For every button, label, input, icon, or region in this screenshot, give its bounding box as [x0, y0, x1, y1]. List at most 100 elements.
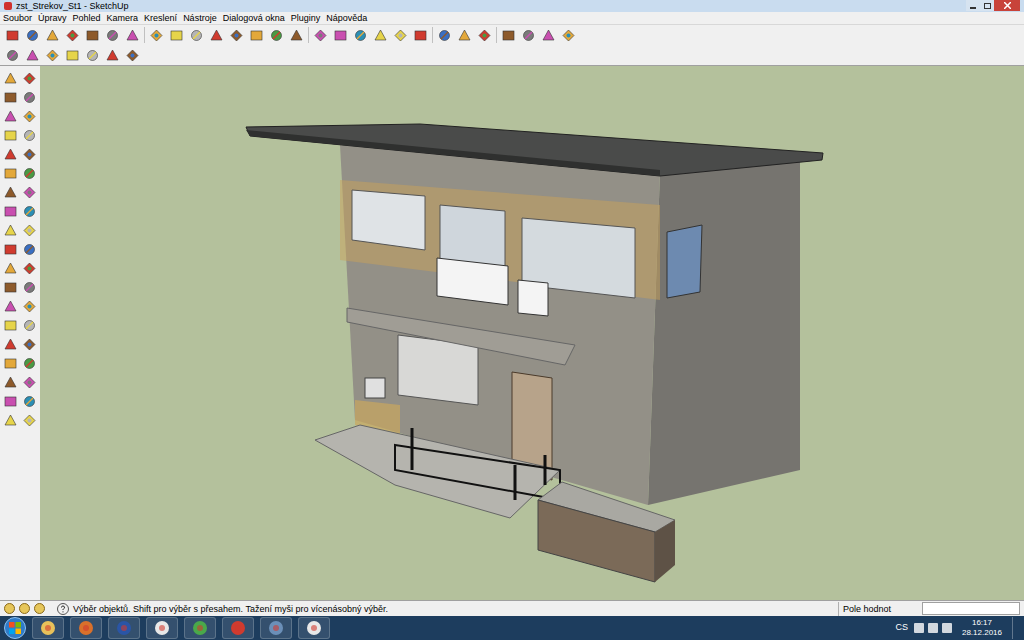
- tool-icon[interactable]: [312, 27, 329, 44]
- viewport[interactable]: [40, 66, 1024, 600]
- tool-icon[interactable]: [2, 374, 19, 391]
- clock[interactable]: 16:1728.12.2016: [958, 618, 1006, 638]
- tool-icon[interactable]: [208, 27, 225, 44]
- tool-icon[interactable]: [21, 260, 38, 277]
- show-desktop[interactable]: [1012, 617, 1020, 639]
- tool-icon[interactable]: [560, 27, 577, 44]
- sketchup-icon[interactable]: [298, 617, 330, 639]
- tool-icon[interactable]: [4, 47, 21, 64]
- tool-icon[interactable]: [372, 27, 389, 44]
- value-field[interactable]: [922, 602, 1020, 615]
- tool-icon[interactable]: [2, 241, 19, 258]
- minimize-icon[interactable]: [966, 0, 980, 11]
- tool-icon[interactable]: [412, 27, 429, 44]
- tool-icon[interactable]: [500, 27, 517, 44]
- tool-icon[interactable]: [44, 47, 61, 64]
- sketchup-icon[interactable]: [222, 617, 254, 639]
- tool-icon[interactable]: [476, 27, 493, 44]
- tool-icon[interactable]: [21, 298, 38, 315]
- tool-icon[interactable]: [21, 393, 38, 410]
- tool-icon[interactable]: [2, 203, 19, 220]
- tool-icon[interactable]: [2, 108, 19, 125]
- tool-icon[interactable]: [392, 27, 409, 44]
- tool-icon[interactable]: [2, 70, 19, 87]
- tool-icon[interactable]: [64, 47, 81, 64]
- tool-icon[interactable]: [124, 47, 141, 64]
- tool-icon[interactable]: [520, 27, 537, 44]
- tool-icon[interactable]: [21, 279, 38, 296]
- tool-icon[interactable]: [21, 374, 38, 391]
- tool-icon[interactable]: [21, 412, 38, 429]
- network-icon[interactable]: [928, 623, 938, 633]
- language-indicator[interactable]: CS: [895, 621, 908, 635]
- tool-icon[interactable]: [2, 260, 19, 277]
- tool-icon[interactable]: [104, 27, 121, 44]
- media-player-icon[interactable]: [70, 617, 102, 639]
- tool-icon[interactable]: [2, 317, 19, 334]
- help-icon[interactable]: [57, 603, 69, 615]
- menu-item[interactable]: Pluginy: [291, 12, 321, 24]
- menu-item[interactable]: Soubor: [3, 12, 32, 24]
- tool-icon[interactable]: [84, 47, 101, 64]
- close-icon[interactable]: [994, 0, 1020, 11]
- tool-icon[interactable]: [21, 355, 38, 372]
- tool-icon[interactable]: [24, 27, 41, 44]
- tool-icon[interactable]: [24, 47, 41, 64]
- tool-icon[interactable]: [21, 127, 38, 144]
- tool-icon[interactable]: [352, 27, 369, 44]
- building-model[interactable]: [40, 66, 1024, 600]
- tool-icon[interactable]: [44, 27, 61, 44]
- tool-icon[interactable]: [248, 27, 265, 44]
- tool-icon[interactable]: [21, 146, 38, 163]
- menu-item[interactable]: Dialogová okna: [223, 12, 285, 24]
- maximize-icon[interactable]: [980, 0, 994, 11]
- tool-icon[interactable]: [21, 222, 38, 239]
- tool-icon[interactable]: [456, 27, 473, 44]
- flag-icon[interactable]: [914, 623, 924, 633]
- tool-icon[interactable]: [21, 108, 38, 125]
- tool-icon[interactable]: [268, 27, 285, 44]
- tool-icon[interactable]: [21, 336, 38, 353]
- tool-icon[interactable]: [84, 27, 101, 44]
- tool-icon[interactable]: [4, 27, 21, 44]
- start-icon[interactable]: [4, 617, 26, 639]
- menu-item[interactable]: Kreslení: [144, 12, 177, 24]
- menu-item[interactable]: Kamera: [107, 12, 139, 24]
- tool-icon[interactable]: [21, 70, 38, 87]
- tool-icon[interactable]: [2, 184, 19, 201]
- tool-icon[interactable]: [540, 27, 557, 44]
- tool-icon[interactable]: [188, 27, 205, 44]
- tool-icon[interactable]: [21, 184, 38, 201]
- tool-icon[interactable]: [21, 203, 38, 220]
- tool-icon[interactable]: [228, 27, 245, 44]
- tool-icon[interactable]: [21, 89, 38, 106]
- tool-icon[interactable]: [332, 27, 349, 44]
- image-viewer-icon[interactable]: [260, 617, 292, 639]
- tool-icon[interactable]: [2, 222, 19, 239]
- tool-icon[interactable]: [2, 127, 19, 144]
- tool-icon[interactable]: [21, 165, 38, 182]
- tool-icon[interactable]: [124, 27, 141, 44]
- menu-item[interactable]: Nástroje: [183, 12, 217, 24]
- tool-icon[interactable]: [168, 27, 185, 44]
- menu-item[interactable]: Pohled: [73, 12, 101, 24]
- tool-icon[interactable]: [288, 27, 305, 44]
- save-icon[interactable]: [108, 617, 140, 639]
- sketchup-icon[interactable]: [146, 617, 178, 639]
- status-indicator-icon[interactable]: [4, 603, 15, 614]
- tool-icon[interactable]: [2, 298, 19, 315]
- tool-icon[interactable]: [21, 317, 38, 334]
- volume-icon[interactable]: [942, 623, 952, 633]
- menu-item[interactable]: Úpravy: [38, 12, 67, 24]
- tool-icon[interactable]: [148, 27, 165, 44]
- tool-icon[interactable]: [2, 412, 19, 429]
- tool-icon[interactable]: [64, 27, 81, 44]
- tool-icon[interactable]: [2, 393, 19, 410]
- explorer-icon[interactable]: [32, 617, 64, 639]
- tool-icon[interactable]: [2, 89, 19, 106]
- tool-icon[interactable]: [2, 146, 19, 163]
- tool-icon[interactable]: [21, 241, 38, 258]
- tool-icon[interactable]: [104, 47, 121, 64]
- tool-icon[interactable]: [2, 336, 19, 353]
- menu-item[interactable]: Nápověda: [326, 12, 367, 24]
